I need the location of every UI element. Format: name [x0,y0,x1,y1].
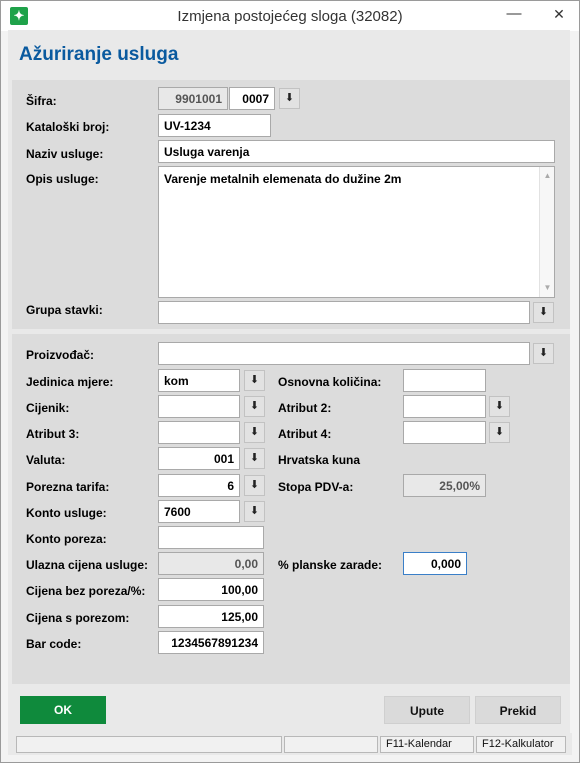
window-title: Izmjena postojećeg sloga (32082) [177,8,403,25]
kataloski-broj-label: Kataloški broj: [26,120,110,134]
proizvodjac-dropdown-icon[interactable]: ⬇ [533,343,554,364]
status-cell-2 [284,736,378,753]
form-title: Ažuriranje usluga [19,44,179,65]
atribut2-label: Atribut 2: [278,401,332,415]
planske-zarade-label: % planske zarade: [278,558,383,572]
bar-code-field[interactable]: 1234567891234 [158,631,264,654]
minimize-button[interactable]: — [499,1,529,29]
jedinica-mjere-dropdown-icon[interactable]: ⬇ [244,370,265,391]
atribut4-label: Atribut 4: [278,427,332,441]
valuta-field[interactable]: 001 [158,447,240,470]
cijena-bez-poreza-label: Cijena bez poreza/%: [26,584,146,598]
upute-button[interactable]: Upute [384,696,470,724]
sifra-dropdown-icon[interactable]: ⬇ [279,88,300,109]
kataloski-broj-field[interactable]: UV-1234 [158,114,271,137]
cijena-bez-poreza-field[interactable]: 100,00 [158,578,264,601]
jedinica-mjere-field[interactable]: kom [158,369,240,392]
scroll-down-icon[interactable]: ▼ [540,281,555,295]
opis-usluge-textarea[interactable]: Varenje metalnih elemenata do dužine 2m … [158,166,555,298]
grupa-stavki-label: Grupa stavki: [26,303,103,317]
close-button[interactable]: ✕ [541,1,577,29]
ulazna-cijena-label: Ulazna cijena usluge: [26,558,149,572]
sifra-label: Šifra: [26,94,57,108]
naziv-usluge-field[interactable]: Usluga varenja [158,140,555,163]
stopa-pdv-field: 25,00% [403,474,486,497]
atribut3-field[interactable] [158,421,240,444]
konto-usluge-field[interactable]: 7600 [158,500,240,523]
sifra-group-field[interactable]: 9901001 [158,87,228,110]
grupa-stavki-dropdown-icon[interactable]: ⬇ [533,302,554,323]
naziv-usluge-label: Naziv usluge: [26,147,104,161]
sifra-number-field[interactable]: 0007 [229,87,275,110]
form-header: Ažuriranje usluga [8,30,570,78]
porezna-tarifa-field[interactable]: 6 [158,474,240,497]
konto-usluge-label: Konto usluge: [26,506,107,520]
cijena-s-porezom-field[interactable]: 125,00 [158,605,264,628]
status-bar: F11-Kalendar F12-Kalkulator [8,733,572,755]
atribut3-dropdown-icon[interactable]: ⬇ [244,422,265,443]
cjenik-field[interactable] [158,395,240,418]
osnovna-kolicina-label: Osnovna količina: [278,375,382,389]
grupa-stavki-field[interactable] [158,301,530,324]
osnovna-kolicina-field[interactable] [403,369,486,392]
konto-poreza-label: Konto poreza: [26,532,107,546]
proizvodjac-label: Proizvođač: [26,348,95,362]
atribut2-dropdown-icon[interactable]: ⬇ [489,396,510,417]
porezna-tarifa-label: Porezna tarifa: [26,480,110,494]
atribut4-dropdown-icon[interactable]: ⬇ [489,422,510,443]
f12-calculator-status[interactable]: F12-Kalkulator [476,736,566,753]
atribut3-label: Atribut 3: [26,427,80,441]
opis-usluge-label: Opis usluge: [26,172,99,186]
valuta-dropdown-icon[interactable]: ⬇ [244,448,265,469]
atribut2-field[interactable] [403,395,486,418]
jedinica-mjere-label: Jedinica mjere: [26,375,114,389]
porezna-tarifa-dropdown-icon[interactable]: ⬇ [244,475,265,496]
ulazna-cijena-field: 0,00 [158,552,264,575]
title-bar: ✦ Izmjena postojećeg sloga (32082) — ✕ [1,1,579,31]
opis-scrollbar[interactable]: ▲ ▼ [539,167,554,297]
cjenik-dropdown-icon[interactable]: ⬇ [244,396,265,417]
stopa-pdv-label: Stopa PDV-a: [278,480,354,494]
valuta-label: Valuta: [26,453,66,467]
bar-code-label: Bar code: [26,637,82,651]
atribut4-field[interactable] [403,421,486,444]
status-cell-1 [16,736,282,753]
scroll-up-icon[interactable]: ▲ [540,169,555,183]
valuta-description: Hrvatska kuna [278,453,361,467]
proizvodjac-field[interactable] [158,342,530,365]
planske-zarade-field[interactable]: 0,000 [403,552,467,575]
opis-usluge-text: Varenje metalnih elemenata do dužine 2m [164,172,402,186]
ok-button[interactable]: OK [20,696,106,724]
f11-calendar-status[interactable]: F11-Kalendar [380,736,474,753]
prekid-button[interactable]: Prekid [475,696,561,724]
cjenik-label: Cijenik: [26,401,70,415]
cijena-s-porezom-label: Cijena s porezom: [26,611,130,625]
konto-usluge-dropdown-icon[interactable]: ⬇ [244,501,265,522]
konto-poreza-field[interactable] [158,526,264,549]
